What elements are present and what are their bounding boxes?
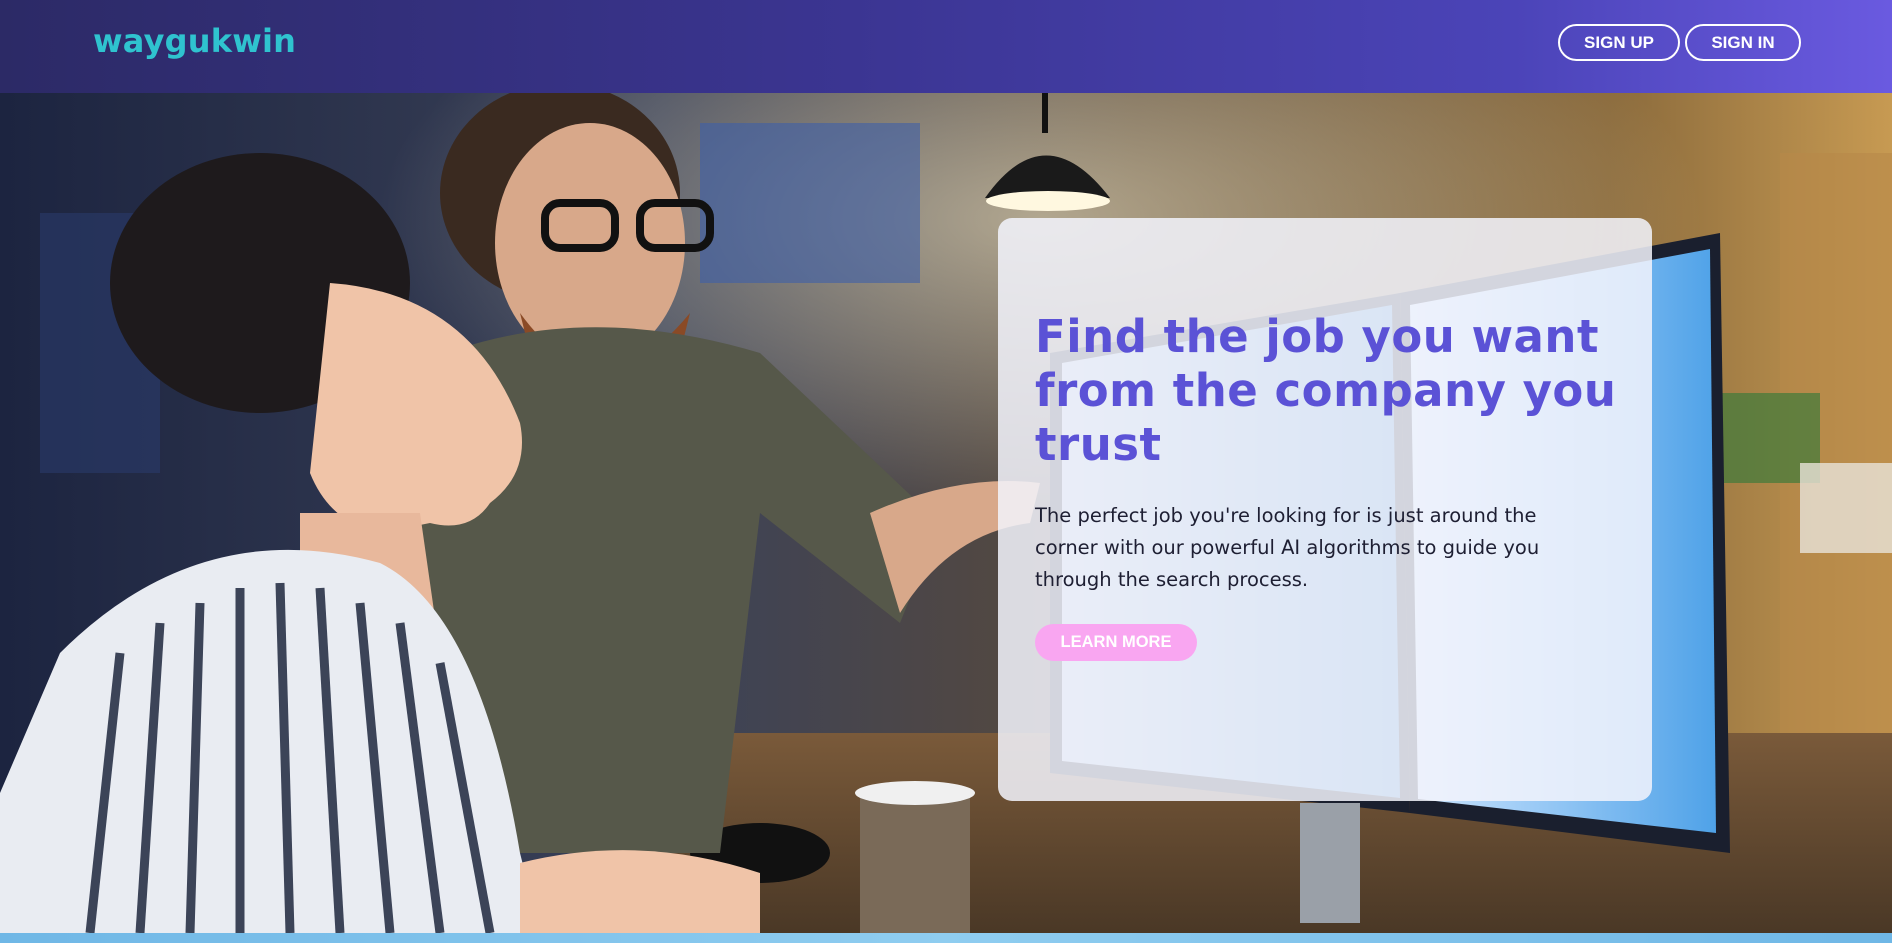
learn-more-button[interactable]: LEARN MORE bbox=[1035, 624, 1197, 661]
top-navbar: waygukwin SIGN UP SIGN IN bbox=[0, 0, 1892, 93]
hero-card: Find the job you want from the company y… bbox=[998, 218, 1652, 801]
sign-up-button[interactable]: SIGN UP bbox=[1558, 24, 1680, 61]
brand-logo[interactable]: waygukwin bbox=[93, 22, 296, 60]
sign-in-button[interactable]: SIGN IN bbox=[1685, 24, 1801, 61]
hero-headline: Find the job you want from the company y… bbox=[1035, 310, 1617, 471]
hero-description: The perfect job you're looking for is ju… bbox=[1035, 504, 1540, 591]
bottom-strip bbox=[0, 933, 1892, 943]
landing-page: waygukwin SIGN UP SIGN IN Find the job y… bbox=[0, 0, 1892, 943]
